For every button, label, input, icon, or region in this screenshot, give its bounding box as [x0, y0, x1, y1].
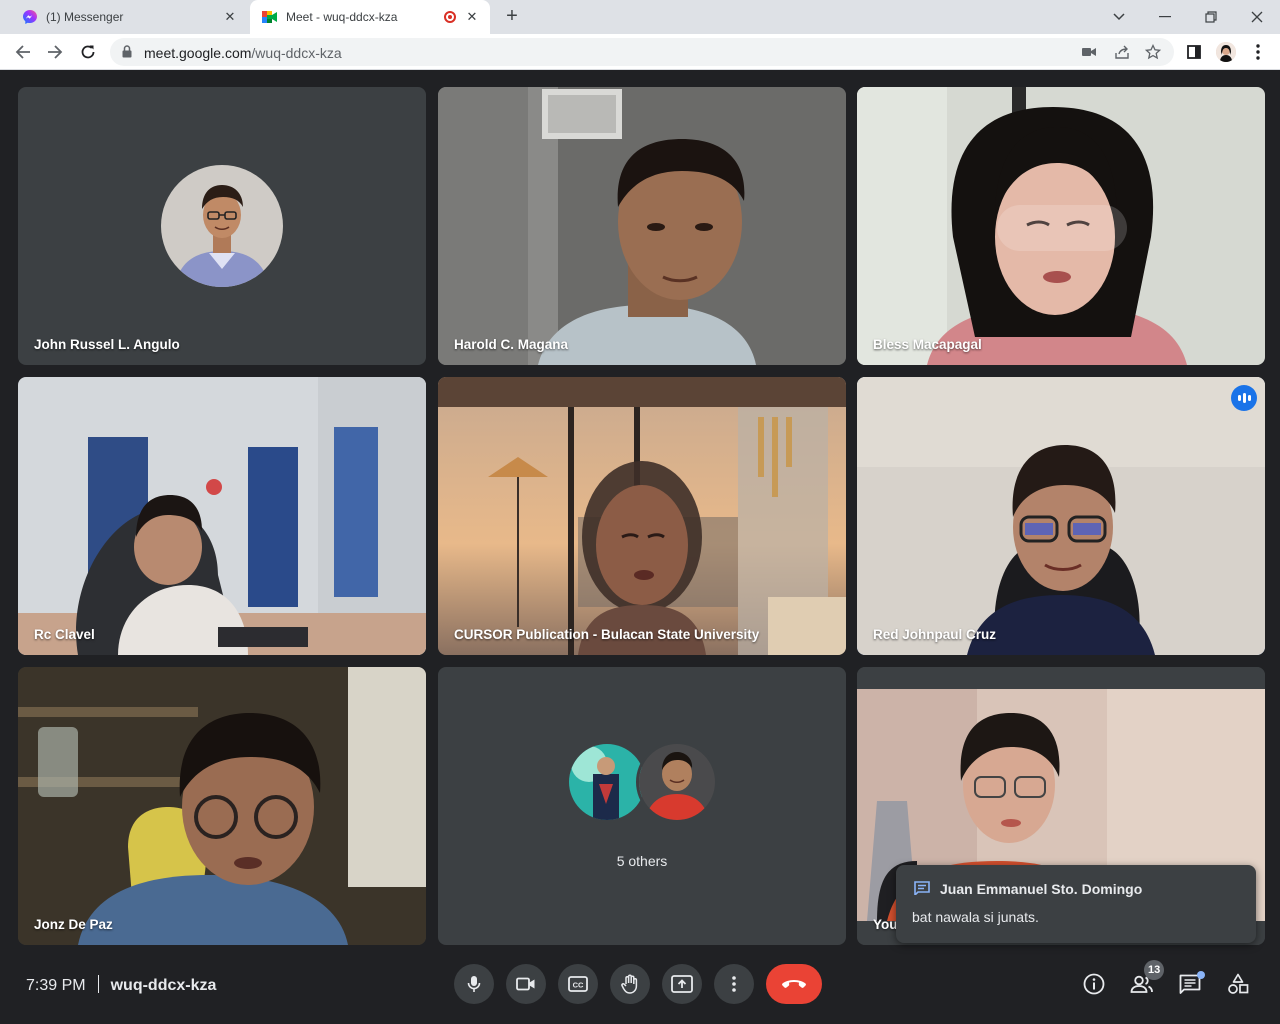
url-host: meet.google.com — [144, 45, 252, 61]
others-count-label: 5 others — [616, 853, 668, 869]
forward-button[interactable] — [42, 39, 68, 65]
meeting-info: 7:39 PM wuq-ddcx-kza — [26, 975, 216, 995]
captions-button[interactable]: CC — [558, 964, 598, 1004]
people-count-badge: 13 — [1144, 960, 1165, 980]
tab-title: (1) Messenger — [46, 10, 124, 24]
participant-name: John Russel L. Angulo — [34, 337, 180, 352]
participant-name: Rc Clavel — [34, 627, 95, 642]
participant-video — [857, 87, 1265, 365]
reload-button[interactable] — [75, 39, 101, 65]
participant-name: You — [873, 917, 898, 932]
side-panel-icon[interactable] — [1184, 42, 1204, 62]
microphone-button[interactable] — [454, 964, 494, 1004]
participant-video — [857, 377, 1265, 655]
recording-indicator-icon — [444, 11, 456, 23]
tab-meet[interactable]: Meet - wuq-ddcx-kza ✕ — [250, 0, 490, 34]
present-screen-icon — [671, 975, 693, 993]
raise-hand-button[interactable] — [610, 964, 650, 1004]
participant-tile[interactable]: Harold C. Magana — [438, 87, 846, 365]
participant-tile[interactable]: CURSOR Publication - Bulacan State Unive… — [438, 377, 846, 655]
closed-captions-icon: CC — [568, 976, 588, 992]
video-camera-icon — [516, 977, 535, 991]
minimize-button[interactable] — [1142, 0, 1188, 34]
close-tab-icon[interactable]: ✕ — [464, 9, 480, 25]
chat-message-icon — [914, 881, 930, 900]
chevron-down-icon — [1113, 13, 1125, 21]
meeting-time: 7:39 PM — [26, 977, 86, 994]
share-icon[interactable] — [1113, 43, 1131, 61]
audio-level-icon — [1231, 385, 1257, 411]
participant-video — [438, 87, 846, 365]
people-button[interactable]: 13 — [1122, 960, 1165, 1004]
tab-title: Meet - wuq-ddcx-kza — [286, 10, 398, 24]
participant-name: Red Johnpaul Cruz — [873, 627, 997, 642]
present-screen-button[interactable] — [662, 964, 702, 1004]
google-meet-icon — [262, 9, 278, 25]
info-icon — [1083, 973, 1105, 995]
close-tab-icon[interactable]: ✕ — [222, 9, 238, 25]
avatar — [636, 741, 718, 823]
participant-name: Harold C. Magana — [454, 337, 569, 352]
activities-button[interactable] — [1218, 964, 1258, 1004]
arrow-left-icon — [15, 45, 30, 59]
close-icon — [1251, 11, 1263, 23]
meeting-code: wuq-ddcx-kza — [110, 977, 217, 994]
meeting-controls-bar: 7:39 PM wuq-ddcx-kza CC 13 — [0, 951, 1280, 1024]
activities-shapes-icon — [1228, 973, 1249, 994]
participant-video — [18, 667, 426, 945]
participant-name: Jonz De Paz — [34, 917, 113, 932]
minimize-icon — [1159, 16, 1171, 18]
divider — [97, 975, 99, 993]
microphone-icon — [467, 976, 481, 992]
meeting-details-button[interactable] — [1074, 964, 1114, 1004]
others-avatars — [566, 741, 718, 823]
restore-button[interactable] — [1188, 0, 1234, 34]
participant-tile[interactable]: Bless Macapagal — [857, 87, 1265, 365]
chat-message: bat nawala si junats. — [912, 909, 1039, 925]
more-vert-icon — [732, 976, 736, 992]
raise-hand-icon — [621, 974, 638, 994]
avatar — [161, 165, 283, 287]
chat-notification[interactable]: Juan Emmanuel Sto. Domingo bat nawala si… — [896, 865, 1256, 943]
others-tile[interactable]: 5 others — [438, 667, 846, 945]
messenger-icon — [22, 9, 38, 25]
more-options-button[interactable] — [714, 964, 754, 1004]
tab-messenger[interactable]: (1) Messenger ✕ — [10, 0, 248, 34]
lock-icon — [122, 45, 132, 63]
participant-video — [438, 377, 846, 655]
restore-icon — [1205, 11, 1217, 23]
chat-sender: Juan Emmanuel Sto. Domingo — [940, 881, 1143, 897]
participant-name: CURSOR Publication - Bulacan State Unive… — [454, 627, 760, 642]
browser-toolbar: meet.google.com/wuq-ddcx-kza — [0, 34, 1280, 70]
participant-tile-active-speaker[interactable]: Red Johnpaul Cruz — [857, 377, 1265, 655]
camera-button[interactable] — [506, 964, 546, 1004]
arrow-right-icon — [48, 45, 63, 59]
chat-button[interactable] — [1170, 964, 1210, 1004]
meet-stage: John Russel L. Angulo Harold C. Magana B… — [0, 71, 1280, 1024]
svg-text:CC: CC — [573, 981, 584, 990]
back-button[interactable] — [10, 39, 36, 65]
participant-tile[interactable]: Rc Clavel — [18, 377, 426, 655]
url-path: /wuq-ddcx-kza — [251, 45, 342, 61]
leave-call-button[interactable] — [766, 964, 822, 1004]
participant-tile[interactable]: John Russel L. Angulo — [18, 87, 426, 365]
reload-icon — [81, 45, 95, 59]
new-tab-button[interactable]: + — [500, 5, 524, 29]
camera-in-use-icon[interactable] — [1080, 43, 1098, 61]
participant-tile[interactable]: Jonz De Paz — [18, 667, 426, 945]
bookmark-star-icon[interactable] — [1144, 43, 1162, 61]
url-text: meet.google.com/wuq-ddcx-kza — [144, 45, 342, 61]
more-menu-icon[interactable] — [1248, 42, 1268, 62]
browser-tab-bar: (1) Messenger ✕ Meet - wuq-ddcx-kza ✕ + — [0, 0, 1280, 34]
profile-avatar[interactable] — [1216, 42, 1236, 62]
participant-video — [18, 377, 426, 655]
address-bar[interactable]: meet.google.com/wuq-ddcx-kza — [110, 38, 1174, 66]
close-window-button[interactable] — [1234, 0, 1280, 34]
unread-indicator — [1197, 971, 1205, 979]
participant-name: Bless Macapagal — [873, 337, 982, 352]
hang-up-icon — [782, 980, 806, 988]
tab-search-button[interactable] — [1096, 0, 1142, 34]
